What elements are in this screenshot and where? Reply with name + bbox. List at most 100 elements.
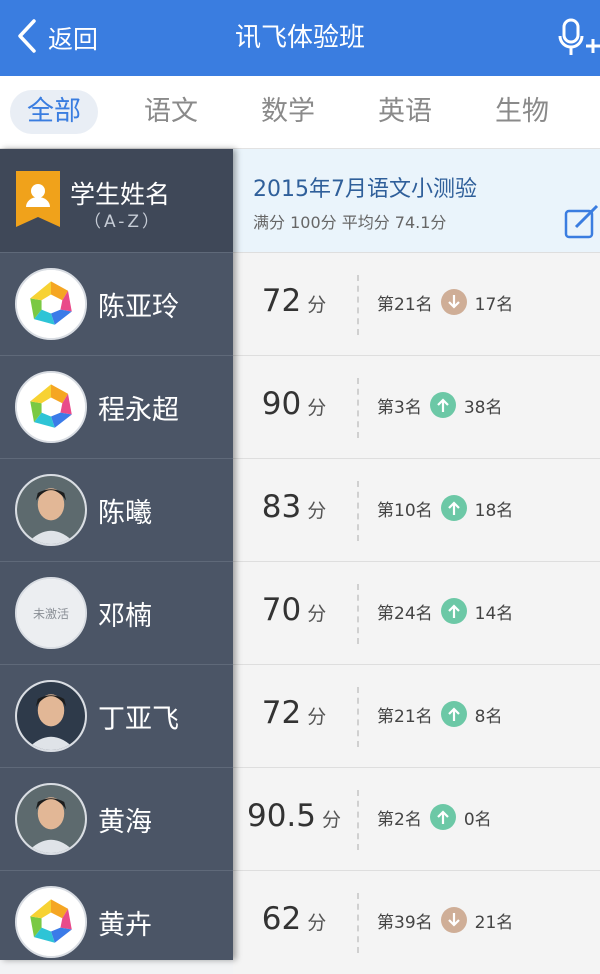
rank-change: 21名 <box>474 912 514 933</box>
rank-change: 38名 <box>463 397 503 418</box>
microphone-add-icon <box>556 18 600 64</box>
score-value: 70 <box>261 592 302 628</box>
sort-by-name-header[interactable]: 学生姓名 （A-Z） <box>0 149 233 252</box>
inactive-label: 未激活 <box>32 607 69 621</box>
score-value: 83 <box>261 489 302 525</box>
score-unit: 分 <box>307 603 327 625</box>
arrow-up-icon <box>429 392 456 418</box>
student-row[interactable]: 陈亚玲 <box>0 252 233 356</box>
arrow-down-icon <box>440 907 467 933</box>
app-logo-avatar-icon <box>15 371 87 443</box>
rank-label: 第39名 <box>377 912 433 933</box>
sort-hint: （A-Z） <box>84 212 163 232</box>
score-value: 72 <box>261 695 302 731</box>
rank-label: 第2名 <box>377 809 422 830</box>
divider <box>357 893 359 953</box>
student-photo-avatar <box>15 783 87 855</box>
divider <box>357 481 359 541</box>
rank-change: 17名 <box>474 294 514 315</box>
student-row[interactable]: 黄卉 <box>0 870 233 974</box>
rank-label: 第24名 <box>377 603 433 624</box>
inactive-avatar: 未激活 <box>15 577 87 649</box>
student-row[interactable]: 丁亚飞 <box>0 664 233 768</box>
tab-all[interactable]: 全部 <box>10 90 98 134</box>
tab-biology[interactable]: 生物 <box>477 90 567 134</box>
app-logo-avatar-icon <box>15 268 87 340</box>
score-unit: 分 <box>307 397 327 419</box>
rank-label: 第21名 <box>377 294 433 315</box>
edit-button[interactable] <box>564 203 600 239</box>
score-value: 90 <box>261 386 302 422</box>
page-title: 讯飞体验班 <box>234 23 365 53</box>
tab-math[interactable]: 数学 <box>243 90 333 134</box>
rank-info: 第21名 8名 <box>377 701 502 727</box>
score-row[interactable]: 83 分 第10名 18名 <box>233 458 600 562</box>
rank-change: 0名 <box>463 809 492 830</box>
score-value-wrap: 72 分 <box>233 283 355 319</box>
score-value-wrap: 90 分 <box>233 386 355 422</box>
exam-title: 2015年7月语文小测验 <box>253 177 477 202</box>
score-unit: 分 <box>307 706 327 728</box>
rank-info: 第21名 17名 <box>377 289 513 315</box>
student-photo-avatar <box>15 680 87 752</box>
student-row[interactable]: 未激活 邓楠 <box>0 561 233 665</box>
score-unit: 分 <box>307 912 327 934</box>
student-row[interactable]: 程永超 <box>0 355 233 459</box>
student-name: 陈亚玲 <box>98 292 179 323</box>
score-value-wrap: 70 分 <box>233 592 355 628</box>
student-name: 程永超 <box>98 395 179 426</box>
voice-add-button[interactable] <box>556 16 600 60</box>
score-value: 72 <box>261 283 302 319</box>
rank-label: 第21名 <box>377 706 433 727</box>
score-row[interactable]: 72 分 第21名 17名 <box>233 252 600 356</box>
rank-info: 第39名 21名 <box>377 907 513 933</box>
student-name: 黄海 <box>98 807 152 838</box>
student-sidebar: 学生姓名 （A-Z） 陈亚玲程永超陈曦未激活 邓楠丁亚飞黄海黄卉 <box>0 149 233 960</box>
rank-info: 第10名 18名 <box>377 495 513 521</box>
rank-info: 第3名 38名 <box>377 392 502 418</box>
score-unit: 分 <box>307 294 327 316</box>
score-value: 90.5 <box>246 798 316 834</box>
score-panel: 2015年7月语文小测验 满分 100分 平均分 74.1分 72 分第21名 17… <box>233 149 600 974</box>
score-unit: 分 <box>322 809 342 831</box>
arrow-up-icon <box>440 701 467 727</box>
exam-summary: 满分 100分 平均分 74.1分 <box>253 213 447 232</box>
rank-label: 第3名 <box>377 397 422 418</box>
student-name: 陈曦 <box>98 498 152 529</box>
student-row[interactable]: 黄海 <box>0 767 233 871</box>
score-value-wrap: 62 分 <box>233 901 355 937</box>
tab-chinese[interactable]: 语文 <box>126 90 216 134</box>
divider <box>357 378 359 438</box>
divider <box>357 275 359 335</box>
score-row[interactable]: 62 分 第39名 21名 <box>233 870 600 974</box>
score-row[interactable]: 70 分 第24名 14名 <box>233 561 600 665</box>
arrow-down-icon <box>440 289 467 315</box>
score-value-wrap: 72 分 <box>233 695 355 731</box>
column-title: 学生姓名 <box>70 180 171 209</box>
student-photo-avatar <box>15 474 87 546</box>
rank-info: 第2名 0名 <box>377 804 492 830</box>
tab-english[interactable]: 英语 <box>360 90 450 134</box>
subject-tabs: 全部 语文 数学 英语 生物 <box>0 76 600 149</box>
score-value: 62 <box>261 901 302 937</box>
score-row[interactable]: 90 分 第3名 38名 <box>233 355 600 459</box>
arrow-up-icon <box>440 598 467 624</box>
student-badge-icon <box>16 171 60 227</box>
rank-change: 18名 <box>474 500 514 521</box>
score-row[interactable]: 90.5 分 第2名 0名 <box>233 767 600 871</box>
score-row[interactable]: 72 分 第21名 8名 <box>233 664 600 768</box>
exam-header: 2015年7月语文小测验 满分 100分 平均分 74.1分 <box>233 149 600 253</box>
score-value-wrap: 90.5 分 <box>233 798 355 834</box>
score-unit: 分 <box>307 500 327 522</box>
score-value-wrap: 83 分 <box>233 489 355 525</box>
arrow-up-icon <box>440 495 467 521</box>
edit-icon <box>564 204 600 243</box>
divider <box>357 790 359 850</box>
arrow-up-icon <box>429 804 456 830</box>
student-name: 黄卉 <box>98 910 152 941</box>
student-name: 邓楠 <box>98 601 152 632</box>
divider <box>357 584 359 644</box>
divider <box>357 687 359 747</box>
rank-info: 第24名 14名 <box>377 598 513 624</box>
student-row[interactable]: 陈曦 <box>0 458 233 562</box>
